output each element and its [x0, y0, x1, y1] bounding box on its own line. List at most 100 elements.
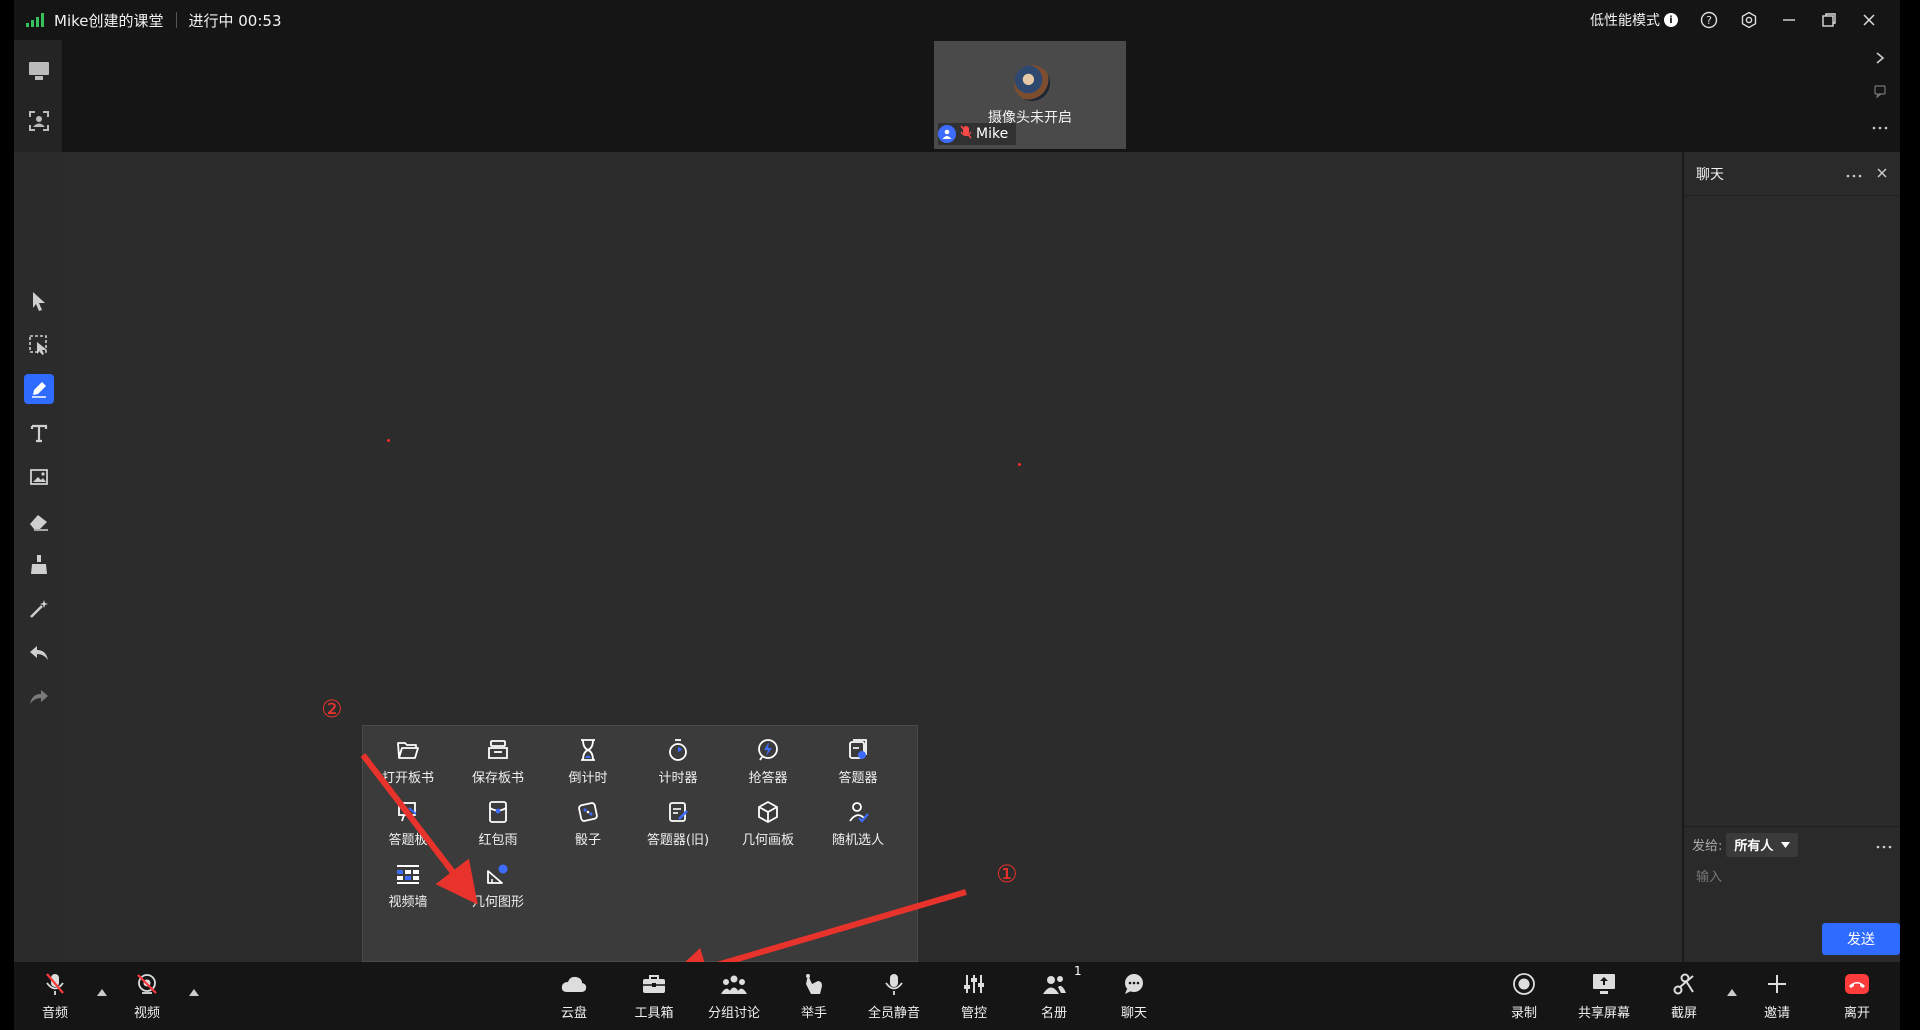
left-top-panel [14, 40, 62, 152]
text-tool-icon[interactable] [24, 418, 54, 448]
tool-geometry-board[interactable]: 几何画板 [723, 788, 813, 848]
invite-button[interactable]: 邀请 [1742, 970, 1812, 1026]
dice-icon [573, 798, 603, 826]
tool-quiz-old[interactable]: 答题器(旧) [633, 788, 723, 848]
tool-buzzer[interactable]: 抢答器 [723, 726, 813, 786]
send-to-label: 发给: [1692, 839, 1723, 854]
record-icon [1509, 970, 1539, 998]
tool-open-board[interactable]: 打开板书 [363, 726, 453, 786]
tool-label: 打开板书 [381, 771, 434, 786]
restore-icon[interactable] [1820, 11, 1838, 29]
caret-down-icon [1781, 837, 1791, 852]
leave-button[interactable]: 离开 [1822, 970, 1892, 1026]
screenshot-options-caret-icon[interactable] [1726, 986, 1738, 998]
cube-icon [753, 798, 783, 826]
annotation-marker-1: ① [996, 860, 1018, 888]
screenshot-button[interactable]: 截屏 [1649, 970, 1719, 1026]
tool-video-wall[interactable]: 视频墙 [363, 850, 453, 910]
share-screen-button[interactable]: 共享屏幕 [1569, 970, 1639, 1026]
more-icon[interactable] [1872, 116, 1888, 135]
video-options-caret-icon[interactable] [188, 986, 200, 998]
mic-muted-icon [40, 970, 70, 998]
tool-label: 倒计时 [568, 771, 608, 786]
select-tool-icon[interactable] [24, 330, 54, 360]
group-discussion-icon [719, 970, 749, 998]
breakout-button[interactable]: 分组讨论 [699, 970, 769, 1026]
more-icon[interactable] [1876, 835, 1892, 854]
eraser-tool-icon[interactable] [24, 506, 54, 536]
minimize-icon[interactable] [1780, 11, 1798, 29]
tool-answer-board[interactable]: 答题板 [363, 788, 453, 848]
close-icon[interactable] [1860, 11, 1878, 29]
random-person-icon [843, 798, 873, 826]
participant-name: Mike [976, 126, 1009, 142]
screenshot-label: 截屏 [1670, 1006, 1697, 1021]
invite-label: 邀请 [1763, 1006, 1790, 1021]
bottom-toolbar: 音频 视频 云盘 工具箱 分组讨论 举手 全员静音 管控 名册 1 聊天 录制 … [14, 962, 1900, 1030]
recipient-value: 所有人 [1734, 839, 1774, 854]
video-strip-controls [1860, 40, 1900, 152]
window-edge-left [0, 0, 14, 1030]
tool-countdown[interactable]: 倒计时 [543, 726, 633, 786]
tool-dice[interactable]: 骰子 [543, 788, 633, 848]
tool-red-envelope[interactable]: 红包雨 [453, 788, 543, 848]
record-button[interactable]: 录制 [1489, 970, 1559, 1026]
chat-button[interactable]: 聊天 [1099, 970, 1169, 1026]
roster-count: 1 [1074, 964, 1082, 978]
geometry-shape-icon [483, 860, 513, 888]
tool-label: 答题板 [388, 833, 428, 848]
clear-board-icon[interactable] [24, 550, 54, 580]
annotation-marker-2: ② [321, 695, 343, 723]
low-performance-mode-label: 低性能模式 [1590, 13, 1660, 29]
settings-icon[interactable] [1740, 11, 1758, 29]
pointer-tool-icon[interactable] [24, 286, 54, 316]
pen-tool-icon[interactable] [24, 374, 54, 404]
folder-open-icon [393, 736, 423, 764]
help-icon[interactable]: ? [1700, 11, 1718, 29]
recipient-dropdown[interactable]: 所有人 [1726, 832, 1799, 857]
raise-hand-icon [799, 970, 829, 998]
participant-video-tile[interactable]: 摄像头未开启 Mike [934, 41, 1126, 149]
chat-input[interactable]: 输入 [1696, 866, 1722, 885]
more-icon[interactable] [1846, 164, 1862, 183]
chat-title: 聊天 [1696, 166, 1724, 183]
image-tool-icon[interactable] [24, 462, 54, 492]
mute-all-button[interactable]: 全员静音 [859, 970, 929, 1026]
chat-icon [1119, 970, 1149, 998]
hourglass-icon [573, 736, 603, 764]
tool-label: 答题器 [838, 771, 878, 786]
send-button[interactable]: 发送 [1822, 923, 1900, 955]
close-icon[interactable] [1876, 164, 1888, 183]
user-icon [938, 125, 956, 143]
plus-icon [1762, 970, 1792, 998]
whiteboard-view-icon[interactable] [24, 56, 54, 86]
tool-timer[interactable]: 计时器 [633, 726, 723, 786]
video-button[interactable]: 视频 [112, 970, 182, 1026]
video-label: 视频 [133, 1006, 160, 1021]
info-icon[interactable]: i [1664, 13, 1678, 27]
chat-bubble-icon[interactable] [1873, 83, 1887, 102]
roster-button[interactable]: 名册 [1019, 970, 1089, 1026]
video-strip: 摄像头未开启 Mike [62, 40, 1900, 152]
toolbox-button[interactable]: 工具箱 [619, 970, 689, 1026]
cloud-drive-label: 云盘 [560, 1006, 587, 1021]
red-envelope-icon [483, 798, 513, 826]
tool-save-board[interactable]: 保存板书 [453, 726, 543, 786]
tool-quiz[interactable]: 答题器 [813, 726, 903, 786]
chevron-right-icon[interactable] [1874, 50, 1886, 69]
magic-wand-icon[interactable] [24, 594, 54, 624]
tool-random-pick[interactable]: 随机选人 [813, 788, 903, 848]
audio-button[interactable]: 音频 [20, 970, 90, 1026]
redo-icon[interactable] [24, 682, 54, 712]
tool-geometry-shape[interactable]: 几何图形 [453, 850, 543, 910]
audio-options-caret-icon[interactable] [96, 986, 108, 998]
undo-icon[interactable] [24, 638, 54, 668]
low-performance-mode[interactable]: 低性能模式 i [1590, 10, 1678, 30]
stopwatch-icon [663, 736, 693, 764]
avatar [1014, 65, 1050, 101]
control-button[interactable]: 管控 [939, 970, 1009, 1026]
portrait-view-icon[interactable] [24, 106, 54, 136]
raise-hand-button[interactable]: 举手 [779, 970, 849, 1026]
svg-text:?: ? [1706, 14, 1712, 27]
cloud-drive-button[interactable]: 云盘 [539, 970, 609, 1026]
